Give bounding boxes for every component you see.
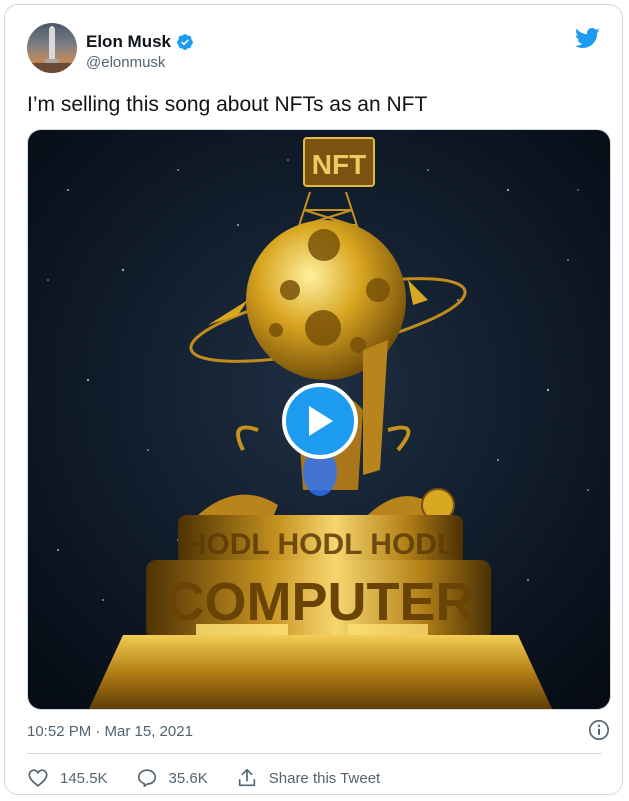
comment-icon [137, 769, 156, 788]
tweet-text: I’m selling this song about NFTs as an N… [27, 93, 428, 116]
tweet-actions: 145.5K 35.6K Share this Tweet [27, 767, 380, 789]
verified-badge-icon [177, 34, 193, 50]
avatar[interactable] [27, 23, 77, 73]
author-handle[interactable]: @elonmusk [86, 54, 165, 71]
info-icon[interactable] [588, 719, 610, 741]
computer-ring-text: COMPUTER [166, 572, 475, 632]
reply-button[interactable]: 35.6K [136, 767, 208, 789]
share-label: Share this Tweet [268, 769, 381, 787]
play-icon [309, 406, 333, 436]
author-row: Elon Musk [86, 32, 194, 52]
avatar-image [27, 26, 77, 73]
video-player[interactable]: NFT HODL HODL HODL COMPUTER [27, 129, 611, 710]
share-icon [238, 768, 255, 787]
tweet-timestamp[interactable]: 10:52 PM · Mar 15, 2021 [27, 723, 193, 740]
twitter-bird-icon[interactable] [572, 25, 602, 51]
share-button[interactable]: Share this Tweet [236, 767, 380, 789]
author-name[interactable]: Elon Musk [86, 32, 171, 52]
nft-sign-text: NFT [312, 149, 366, 180]
play-button[interactable] [282, 383, 358, 459]
hodl-ring-text: HODL HODL HODL [185, 528, 456, 561]
divider [27, 753, 602, 754]
heart-icon [28, 769, 48, 787]
reply-count: 35.6K [168, 769, 208, 787]
tweet-card: Elon Musk @elonmusk I’m selling this son… [4, 4, 623, 795]
like-button[interactable]: 145.5K [27, 767, 108, 789]
like-count: 145.5K [60, 769, 108, 787]
